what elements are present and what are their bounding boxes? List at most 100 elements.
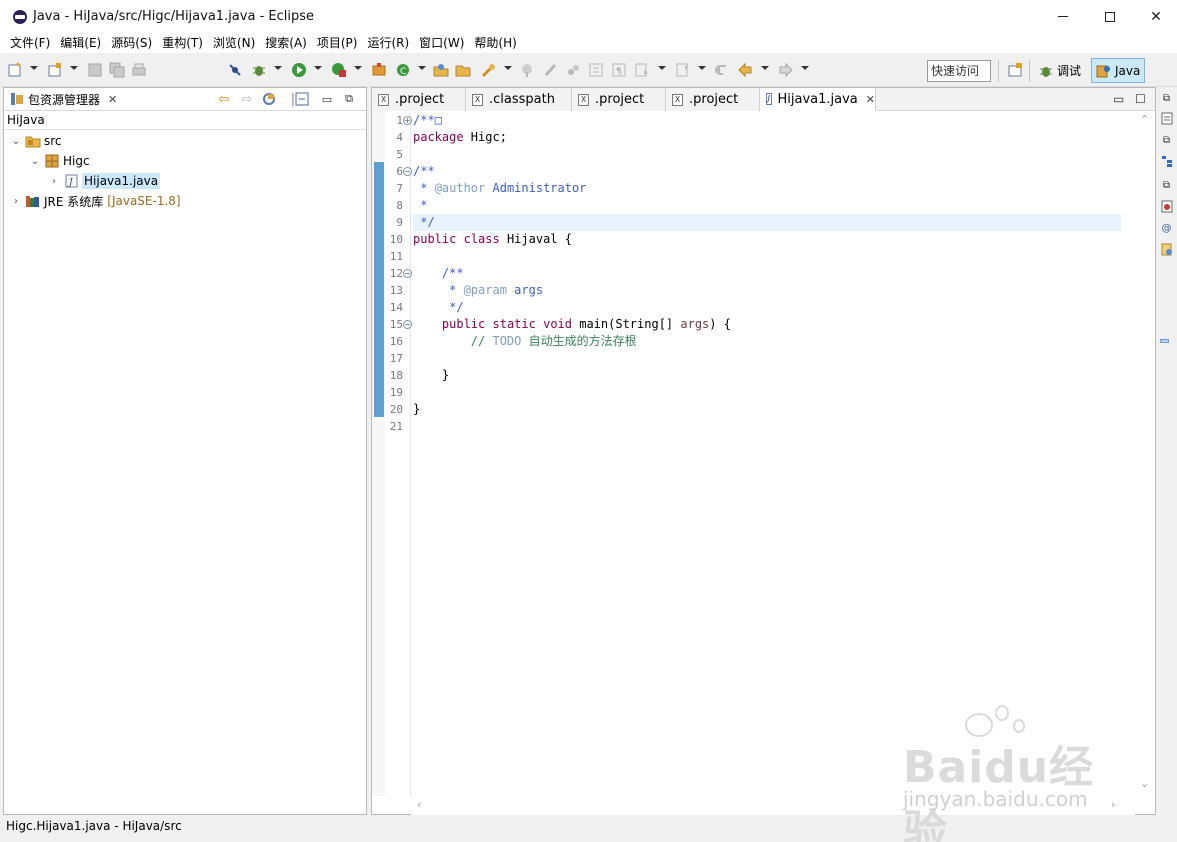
scroll-up-icon[interactable]: ⌃ <box>1140 113 1149 126</box>
collapse-fold-icon[interactable]: − <box>403 269 412 278</box>
open-perspective-icon[interactable] <box>1006 61 1024 79</box>
declaration-icon[interactable] <box>1160 243 1173 256</box>
save-all-icon[interactable] <box>108 61 126 79</box>
menu-help[interactable]: 帮助(H) <box>469 33 521 53</box>
minimize-button[interactable] <box>1040 0 1086 33</box>
close-view-icon[interactable]: ✕ <box>108 93 117 106</box>
open-type-icon[interactable] <box>432 61 450 79</box>
run-dropdown-arrow[interactable] <box>314 66 322 70</box>
code-line[interactable] <box>413 146 1121 163</box>
package-explorer-tab[interactable]: 包资源管理器 ✕ <box>4 88 117 110</box>
coverage-icon[interactable] <box>330 61 348 79</box>
code-line[interactable]: */ <box>413 214 1121 231</box>
save-icon[interactable] <box>86 61 104 79</box>
code-line[interactable]: * @author Administrator <box>413 180 1121 197</box>
tree-item-package[interactable]: ⌄ Higc <box>4 151 366 171</box>
code-line[interactable] <box>413 384 1121 401</box>
breadcrumb[interactable]: HiJava <box>4 111 366 130</box>
forward-nav-icon[interactable]: ⇨ <box>239 91 255 107</box>
editor-tab-classpath[interactable]: X .classpath <box>466 88 572 111</box>
code-line[interactable]: public class Hijaval { <box>413 231 1121 248</box>
code-line[interactable]: // TODO 自动生成的方法存根 <box>413 333 1121 350</box>
task-list-icon[interactable] <box>1160 112 1173 125</box>
editor-tab-project-1[interactable]: X .project <box>372 88 466 111</box>
problems-icon[interactable] <box>1160 200 1173 213</box>
expand-fold-icon[interactable]: + <box>403 116 412 125</box>
code-line[interactable]: package Higc; <box>413 129 1121 146</box>
next-annotation-icon[interactable] <box>633 61 651 79</box>
maximize-view-icon[interactable]: ⧉ <box>341 91 357 107</box>
tree-item-src[interactable]: ⌄ src <box>4 131 366 151</box>
forward-dropdown-arrow[interactable] <box>801 66 809 70</box>
scroll-down-icon[interactable]: ⌄ <box>1140 777 1149 790</box>
new-dropdown-arrow[interactable] <box>30 66 38 70</box>
code-line[interactable]: } <box>413 367 1121 384</box>
maximize-editor-icon[interactable]: ☐ <box>1135 92 1146 106</box>
code-line[interactable]: } <box>413 401 1121 418</box>
open-folder-icon[interactable] <box>454 61 472 79</box>
code-area[interactable]: 1 +4 5 6−7 8 9 10 11 12−13 14 15−16 17 18 19 20 21 /**□… <box>372 111 1169 796</box>
new-class-dropdown-arrow[interactable] <box>418 66 426 70</box>
code-line[interactable] <box>413 248 1121 265</box>
new-java-item-icon[interactable] <box>46 61 64 79</box>
menu-refactor[interactable]: 重构(T) <box>157 33 208 53</box>
new-icon[interactable] <box>6 61 24 79</box>
forward-icon[interactable] <box>777 61 795 79</box>
code-line[interactable]: */ <box>413 299 1121 316</box>
expand-chevron-icon[interactable]: ⌄ <box>29 156 41 167</box>
coverage-dropdown-arrow[interactable] <box>354 66 362 70</box>
collapse-fold-icon[interactable]: − <box>403 320 412 329</box>
show-whitespace-icon[interactable]: ¶ <box>610 61 628 79</box>
close-tab-icon[interactable]: ✕ <box>866 93 875 106</box>
menu-run[interactable]: 运行(R) <box>362 33 414 53</box>
code-line[interactable]: * @param args <box>413 282 1121 299</box>
toggle-mark-icon[interactable] <box>564 61 582 79</box>
quick-access-input[interactable]: 快速访问 <box>927 60 991 82</box>
collapse-chevron-icon[interactable]: › <box>10 196 22 207</box>
scroll-left-icon[interactable]: ‹ <box>417 798 421 811</box>
menu-navigate[interactable]: 浏览(N) <box>208 33 260 53</box>
close-window-button[interactable]: ✕ <box>1133 0 1177 33</box>
editor-horizontal-scrollbar[interactable]: ‹ › <box>411 796 1135 815</box>
code-line[interactable] <box>413 418 1121 435</box>
javadoc-icon[interactable]: @ <box>1160 222 1173 235</box>
link-with-editor-icon[interactable] <box>261 91 277 107</box>
code-line[interactable]: /**□ <box>413 112 1121 129</box>
menu-project[interactable]: 项目(P) <box>312 33 363 53</box>
back-icon[interactable] <box>736 61 754 79</box>
editor-tab-project-3[interactable]: X .project <box>666 88 760 111</box>
prev-annotation-dropdown-arrow[interactable] <box>698 66 706 70</box>
debug-icon[interactable] <box>250 61 268 79</box>
code-line[interactable]: /** <box>413 163 1121 180</box>
debug-perspective-button[interactable]: 调试 <box>1034 58 1085 83</box>
search-dropdown-arrow[interactable] <box>504 66 512 70</box>
print-icon[interactable] <box>130 61 148 79</box>
menu-file[interactable]: 文件(F) <box>5 33 55 53</box>
search-tool-icon[interactable] <box>480 61 498 79</box>
restore-outline-icon[interactable]: ⧉ <box>1160 134 1173 147</box>
last-edit-location-icon[interactable] <box>712 61 730 79</box>
back-nav-icon[interactable]: ⇦ <box>216 91 232 107</box>
next-annotation-dropdown-arrow[interactable] <box>658 66 666 70</box>
overview-ruler-marker[interactable] <box>1160 339 1169 343</box>
run-icon[interactable] <box>290 61 308 79</box>
maximize-button[interactable] <box>1087 0 1133 33</box>
collapse-chevron-icon[interactable]: › <box>48 176 60 187</box>
editor-tab-hijava1[interactable]: J Hijava1.java ✕ <box>760 88 876 111</box>
tree-item-java-file[interactable]: › J Hijava1.java <box>4 171 366 191</box>
tree-item-jre[interactable]: › JRE 系统库 [JavaSE-1.8] <box>4 191 366 211</box>
annotation-icon[interactable] <box>518 61 536 79</box>
external-tools-icon[interactable] <box>370 61 388 79</box>
restore-problems-icon[interactable]: ⧉ <box>1160 179 1173 192</box>
outline-icon[interactable] <box>1160 155 1173 168</box>
editor-tab-project-2[interactable]: X .project <box>572 88 666 111</box>
expand-chevron-icon[interactable]: ⌄ <box>10 136 22 147</box>
code-line[interactable]: public static void main(String[] args) { <box>413 316 1121 333</box>
menu-edit[interactable]: 编辑(E) <box>55 33 106 53</box>
code-line[interactable] <box>413 350 1121 367</box>
code-line[interactable]: * <box>413 197 1121 214</box>
code-line[interactable]: /** <box>413 265 1121 282</box>
minimize-view-icon[interactable]: ▭ <box>319 91 335 107</box>
skip-breakpoints-icon[interactable] <box>226 61 244 79</box>
collapse-all-icon[interactable] <box>294 91 310 107</box>
